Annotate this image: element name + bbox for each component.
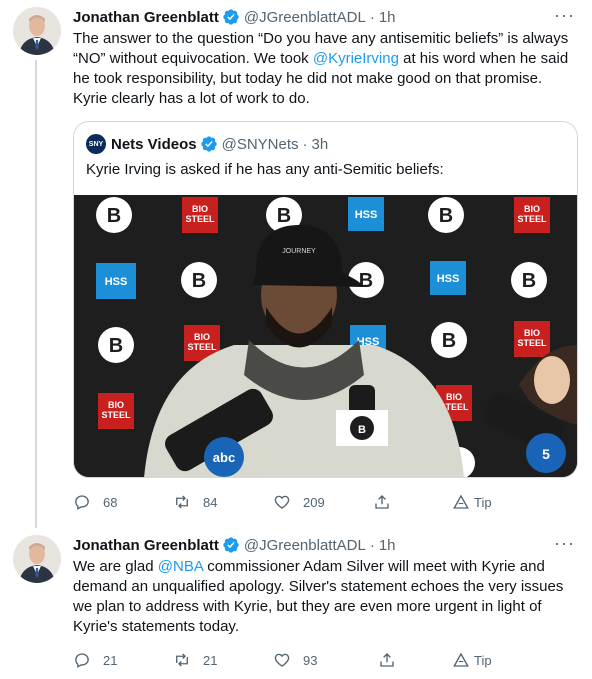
share-icon — [375, 495, 389, 509]
svg-text:B: B — [442, 330, 456, 352]
quoted-author-name[interactable]: Nets Videos — [111, 136, 197, 153]
svg-text:BIO: BIO — [524, 328, 540, 338]
quoted-tweet-text: Kyrie Irving is asked if he has any anti… — [86, 161, 444, 178]
retweet-count: 84 — [203, 494, 218, 510]
reply-count: 21 — [103, 652, 118, 668]
svg-text:STEEL: STEEL — [517, 338, 547, 348]
share-icon — [380, 653, 394, 667]
like-button[interactable]: 209 — [273, 492, 325, 512]
tip-label: Tip — [474, 494, 492, 510]
retweet-button[interactable]: 21 — [173, 650, 217, 670]
author-name[interactable]: Jonathan Greenblatt — [73, 537, 219, 554]
svg-text:BIO: BIO — [446, 392, 462, 402]
separator-dot: · — [369, 536, 375, 554]
tweet-header: Jonathan Greenblatt @JGreenblattADL · 1h — [73, 7, 396, 27]
tip-icon — [453, 494, 469, 509]
tip-button[interactable]: Tip — [452, 492, 492, 512]
verified-badge-icon — [223, 9, 239, 25]
svg-text:B: B — [107, 205, 121, 227]
separator-dot: · — [369, 8, 375, 26]
tweet-actions: 68 84 209 Tip — [73, 492, 578, 512]
like-button[interactable]: 93 — [273, 650, 317, 670]
svg-text:STEEL: STEEL — [517, 214, 547, 224]
tip-button[interactable]: Tip — [452, 650, 492, 670]
svg-text:JOURNEY: JOURNEY — [282, 248, 316, 255]
author-avatar[interactable] — [13, 535, 61, 583]
retweet-icon — [176, 495, 188, 509]
quoted-tweet-header: SNY Nets Videos @SNYNets · 3h — [86, 134, 328, 154]
svg-text:BIO: BIO — [108, 400, 124, 410]
svg-text:B: B — [522, 270, 536, 292]
heart-icon — [274, 495, 290, 509]
svg-text:BIO: BIO — [192, 204, 208, 214]
reply-icon — [75, 495, 89, 510]
svg-text:HSS: HSS — [437, 273, 460, 285]
tweet-2[interactable]: Jonathan Greenblatt @JGreenblattADL · 1h… — [0, 528, 592, 679]
thread-line — [35, 60, 37, 528]
tweet-1[interactable]: Jonathan Greenblatt @JGreenblattADL · 1h… — [0, 0, 592, 528]
svg-text:STEEL: STEEL — [101, 410, 131, 420]
author-name[interactable]: Jonathan Greenblatt — [73, 9, 219, 26]
quoted-tweet[interactable]: SNY Nets Videos @SNYNets · 3h Kyrie Irvi… — [73, 121, 578, 478]
tip-label: Tip — [474, 652, 492, 668]
share-button[interactable] — [373, 492, 403, 512]
quoted-avatar[interactable]: SNY — [86, 134, 106, 154]
quoted-video[interactable]: BBB BBB BB BIO STEEL BIO STEEL BIO STEEL BI… — [74, 195, 577, 477]
mention-link[interactable]: @KyrieIrving — [313, 50, 399, 67]
more-dots-icon[interactable]: ··· — [554, 534, 574, 557]
tweet-actions: 21 21 93 Tip — [73, 650, 578, 670]
video-frame: BBB BBB BB BIOSTEEL BIOSTEEL BIOSTEEL BI… — [74, 195, 577, 477]
reply-count: 68 — [103, 494, 118, 510]
retweet-count: 21 — [203, 652, 218, 668]
svg-text:abc: abc — [213, 450, 235, 465]
reply-button[interactable]: 21 — [73, 650, 117, 670]
separator-dot: · — [302, 135, 308, 153]
tweet-header: Jonathan Greenblatt @JGreenblattADL · 1h — [73, 535, 396, 555]
svg-text:HSS: HSS — [355, 209, 378, 221]
svg-text:HSS: HSS — [105, 276, 128, 288]
tip-icon — [453, 652, 469, 667]
svg-text:BIO: BIO — [194, 332, 210, 342]
svg-text:B: B — [109, 335, 123, 357]
svg-text:B: B — [192, 270, 206, 292]
tweet-text: We are glad @NBA commissioner Adam Silve… — [73, 557, 578, 637]
quoted-timestamp[interactable]: 3h — [312, 136, 329, 153]
retweet-button[interactable]: 84 — [173, 492, 217, 512]
svg-text:5: 5 — [542, 446, 550, 462]
svg-text:STEEL: STEEL — [185, 214, 215, 224]
heart-icon — [274, 653, 290, 667]
svg-text:B: B — [359, 270, 373, 292]
author-handle[interactable]: @JGreenblattADL — [244, 9, 366, 26]
reply-button[interactable]: 68 — [73, 492, 117, 512]
share-button[interactable] — [378, 650, 408, 670]
author-avatar[interactable] — [13, 7, 61, 55]
tweet-text: The answer to the question “Do you have … — [73, 29, 578, 109]
quoted-handle[interactable]: @SNYNets — [222, 136, 299, 153]
timestamp[interactable]: 1h — [379, 9, 396, 26]
svg-text:B: B — [277, 205, 291, 227]
timestamp[interactable]: 1h — [379, 537, 396, 554]
svg-text:B: B — [358, 424, 366, 436]
retweet-icon — [176, 653, 188, 667]
svg-text:B: B — [439, 205, 453, 227]
more-dots-icon[interactable]: ··· — [554, 6, 574, 29]
verified-badge-icon — [200, 136, 217, 152]
reply-icon — [75, 653, 89, 668]
like-count: 93 — [303, 652, 318, 668]
verified-badge-icon — [223, 537, 239, 553]
svg-text:STEEL: STEEL — [187, 342, 217, 352]
author-handle[interactable]: @JGreenblattADL — [244, 537, 366, 554]
svg-text:BIO: BIO — [524, 204, 540, 214]
mention-link[interactable]: @NBA — [158, 558, 203, 575]
tweet-text-part: We are glad — [73, 558, 158, 575]
like-count: 209 — [303, 494, 325, 510]
